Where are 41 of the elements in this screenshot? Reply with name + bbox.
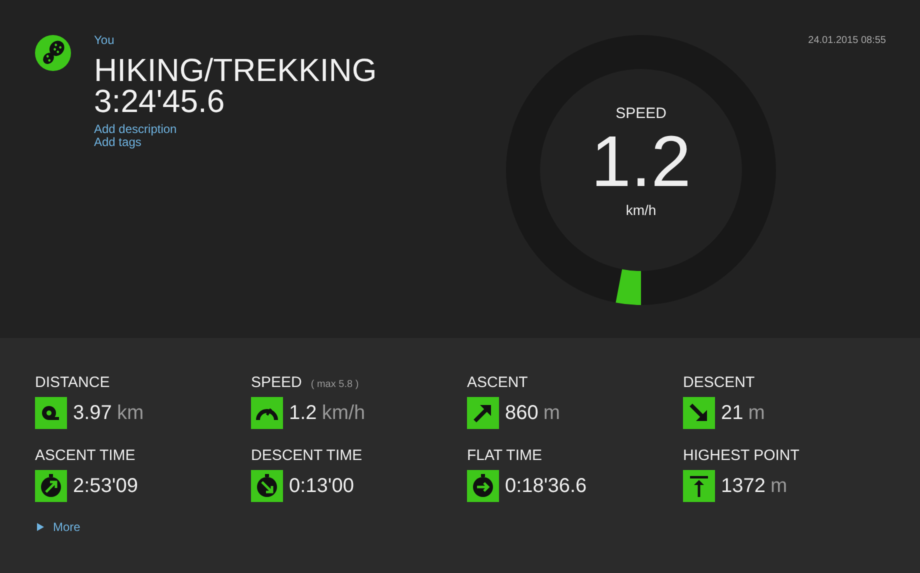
stat-value: 21 <box>721 402 744 424</box>
boot-sole-icon <box>35 35 71 71</box>
tape-measure-icon <box>35 397 67 429</box>
stopwatch-icon <box>35 470 67 502</box>
stat-label: DESCENT TIME <box>251 447 362 464</box>
arrow-down-right-icon <box>683 397 715 429</box>
user-link[interactable]: You <box>94 33 377 47</box>
stat-label: FLAT TIME <box>467 447 542 464</box>
stat-unit: km <box>116 402 144 424</box>
stat-value: 1372 <box>721 474 766 498</box>
stat-note: ( max 5.8 ) <box>310 379 359 390</box>
stat-unit: km/h <box>322 402 366 424</box>
more-toggle[interactable]: More <box>37 520 80 534</box>
date-text: 24.01.2015 08:55 <box>808 35 886 46</box>
activity-title: HIKING/TREKKING <box>94 55 377 85</box>
stat-value: 1.2 <box>289 402 317 424</box>
stat-value: 3.97 <box>73 402 112 424</box>
gauge-value: 1.2 <box>590 124 692 200</box>
stat-unit: m <box>543 402 560 424</box>
gauge-unit: km/h <box>626 202 656 218</box>
stat-value: 0:18'36.6 <box>505 474 587 498</box>
stat-label: ASCENT TIME <box>35 447 136 464</box>
arrow-up-right-icon <box>467 397 499 429</box>
stat-label: ASCENT <box>467 374 528 391</box>
stat-label: SPEED <box>251 374 302 391</box>
duration-text: 3:24'45.6 <box>94 85 226 117</box>
stat-label: HIGHEST POINT <box>683 447 800 464</box>
triangle-icon <box>37 523 44 531</box>
stat-label: DISTANCE <box>35 374 110 391</box>
stat-label: DESCENT <box>683 374 755 391</box>
stopwatch-icon <box>251 470 283 502</box>
add-link[interactable]: Add description <box>94 123 377 136</box>
stat-unit: m <box>748 402 765 424</box>
stat-unit: m <box>770 474 788 498</box>
stat-value: 860 <box>505 402 538 424</box>
stat-value: 0:13'00 <box>289 474 354 498</box>
stopwatch-icon <box>467 470 499 502</box>
gauge-label: SPEED <box>616 105 666 122</box>
add-link[interactable]: Add tags <box>94 136 377 149</box>
stat-value: 2:53'09 <box>73 474 138 498</box>
speedometer-icon <box>251 397 283 429</box>
